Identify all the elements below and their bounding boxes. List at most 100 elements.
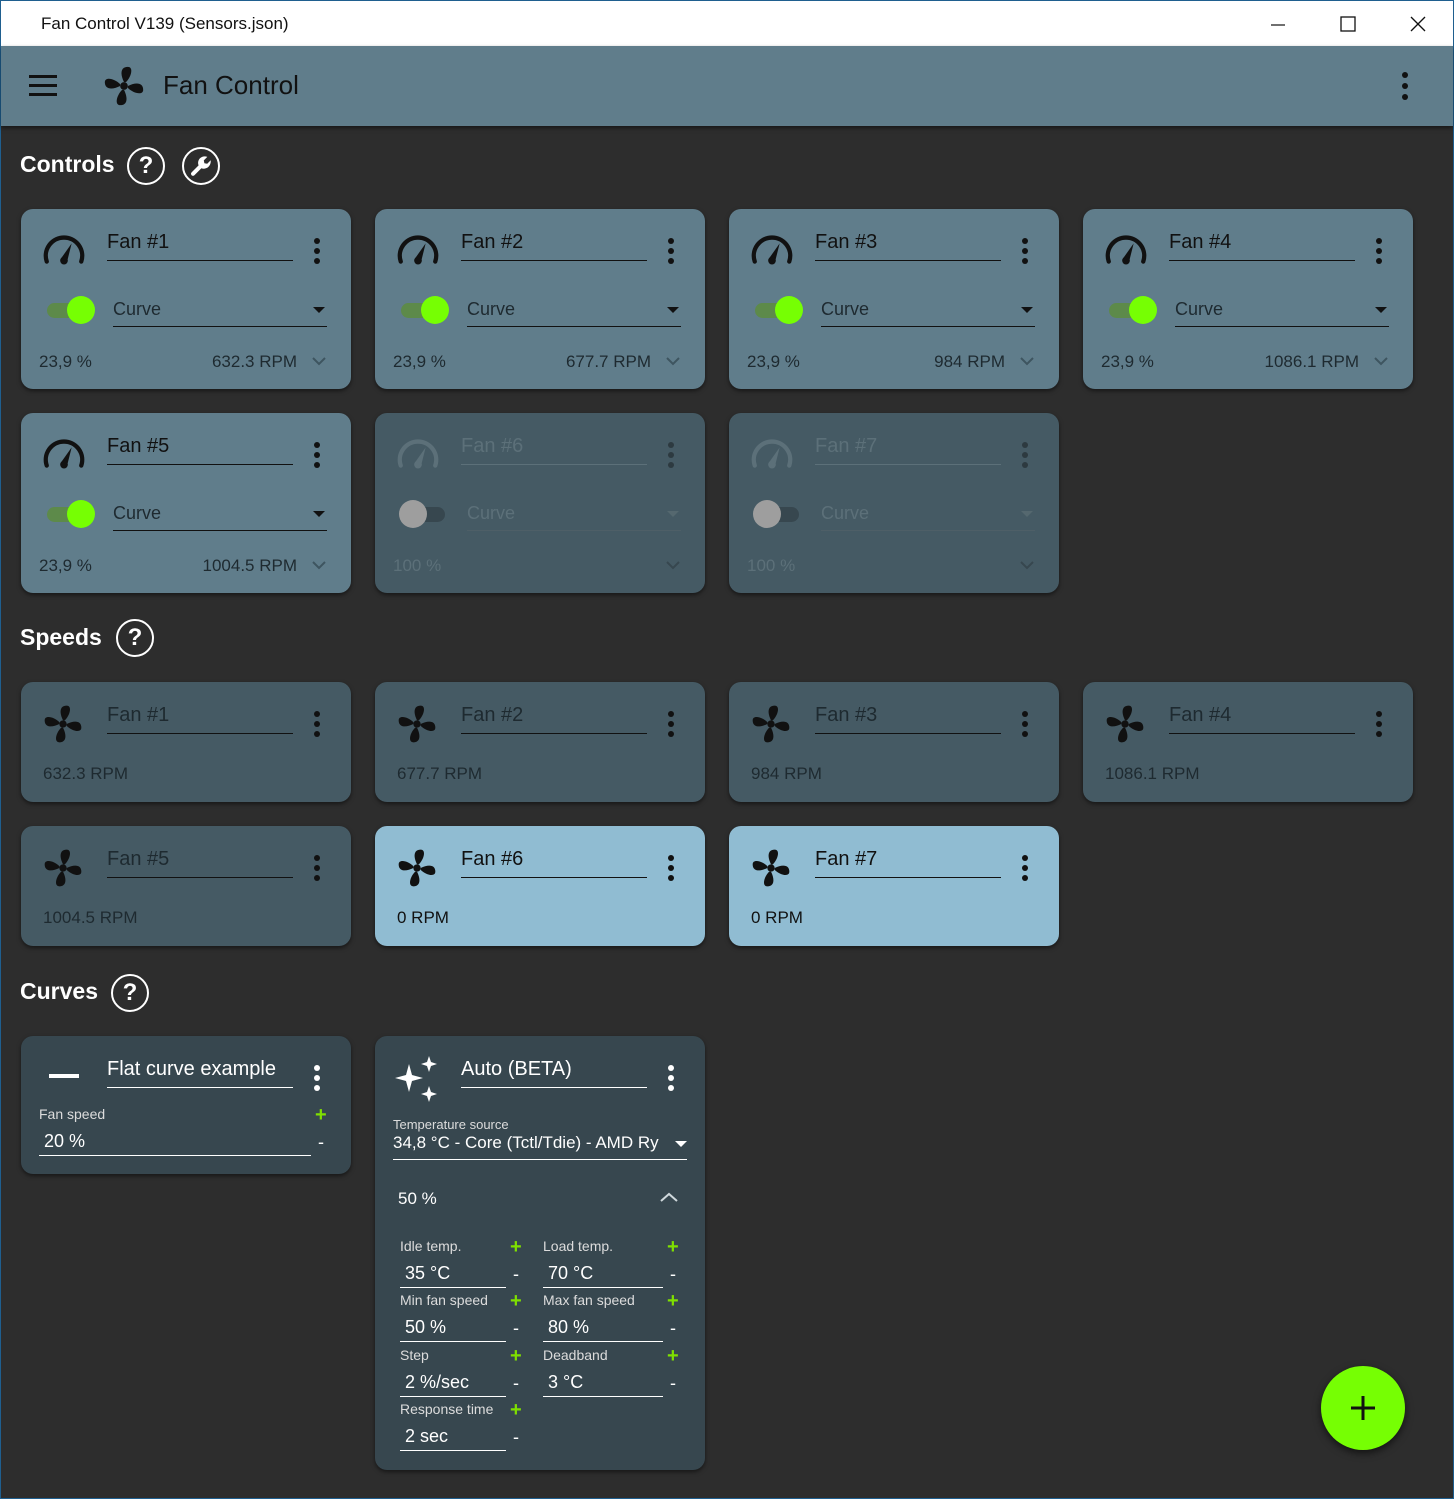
mode-value: Curve — [467, 299, 516, 319]
more-options-icon[interactable] — [659, 439, 683, 471]
minimize-button[interactable] — [1243, 1, 1313, 46]
fan-speed-value: 20 % — [44, 1131, 86, 1151]
min-fan-speed-field[interactable]: 50 % — [400, 1312, 506, 1342]
chevron-up-icon[interactable] — [659, 1191, 679, 1203]
more-options-icon[interactable] — [659, 1062, 683, 1094]
temperature-source-select[interactable]: 34,8 °C - Core (Tctl/Tdie) - AMD Ry — [393, 1132, 687, 1160]
mode-select[interactable]: Curve — [113, 297, 327, 327]
max-fan-speed-increment[interactable]: + — [667, 1290, 679, 1313]
load-temp-field[interactable]: 70 °C — [543, 1258, 663, 1288]
control-name-field[interactable]: Fan #2 — [461, 231, 647, 261]
control-name-field[interactable]: Fan #1 — [107, 231, 293, 261]
load-temp-decrement[interactable]: - — [670, 1264, 676, 1285]
close-button[interactable] — [1383, 1, 1453, 46]
idle-temp-decrement[interactable]: - — [513, 1264, 519, 1285]
deadband-decrement[interactable]: - — [670, 1373, 676, 1394]
chevron-down-icon[interactable] — [311, 559, 327, 571]
increment-button[interactable]: + — [315, 1104, 327, 1127]
idle-temp-field[interactable]: 35 °C — [400, 1258, 506, 1288]
speed-name-field[interactable]: Fan #1 — [107, 704, 293, 734]
enable-toggle[interactable] — [401, 295, 449, 325]
idle-temp-increment[interactable]: + — [510, 1236, 522, 1259]
speed-card: Fan #4 1086.1 RPM — [1083, 682, 1413, 802]
deadband-increment[interactable]: + — [667, 1345, 679, 1368]
more-options-icon[interactable] — [1013, 852, 1037, 884]
more-options-icon[interactable] — [1013, 439, 1037, 471]
add-button[interactable] — [1321, 1366, 1405, 1450]
speedometer-icon — [41, 229, 87, 275]
response-time-increment[interactable]: + — [510, 1399, 522, 1422]
step-field[interactable]: 2 %/sec — [400, 1367, 506, 1397]
fan-speed-field[interactable]: 20 % — [39, 1126, 311, 1156]
more-options-icon[interactable] — [305, 852, 329, 884]
control-name-field[interactable]: Fan #3 — [815, 231, 1001, 261]
enable-toggle[interactable] — [399, 499, 449, 529]
more-options-icon[interactable] — [659, 708, 683, 740]
more-options-icon[interactable] — [1391, 68, 1419, 104]
menu-icon[interactable] — [29, 73, 59, 99]
step-decrement[interactable]: - — [513, 1373, 519, 1394]
controls-help-button[interactable]: ? — [127, 147, 165, 185]
enable-toggle[interactable] — [1109, 295, 1157, 325]
enable-toggle[interactable] — [47, 499, 95, 529]
chevron-down-icon[interactable] — [665, 559, 681, 571]
step-increment[interactable]: + — [510, 1345, 522, 1368]
chevron-down-icon[interactable] — [1019, 559, 1035, 571]
curves-help-button[interactable]: ? — [111, 974, 149, 1012]
more-options-icon[interactable] — [1013, 235, 1037, 267]
fan-icon — [395, 702, 441, 748]
control-name-field[interactable]: Fan #5 — [107, 435, 293, 465]
more-options-icon[interactable] — [305, 439, 329, 471]
curve-name-field[interactable]: Flat curve example — [107, 1058, 293, 1088]
more-options-icon[interactable] — [305, 235, 329, 267]
speed-name-field[interactable]: Fan #3 — [815, 704, 1001, 734]
maximize-button[interactable] — [1313, 1, 1383, 46]
decrement-button[interactable]: - — [318, 1132, 324, 1153]
mode-select[interactable]: Curve — [821, 297, 1035, 327]
control-percentage: 23,9 % — [747, 352, 800, 371]
plus-icon — [1351, 1396, 1375, 1420]
max-fan-speed-field[interactable]: 80 % — [543, 1312, 663, 1342]
load-temp-increment[interactable]: + — [667, 1236, 679, 1259]
chevron-down-icon[interactable] — [311, 355, 327, 367]
speed-name-field[interactable]: Fan #4 — [1169, 704, 1355, 734]
response-time-field[interactable]: 2 sec — [400, 1421, 506, 1451]
mode-select[interactable]: Curve — [821, 501, 1035, 531]
more-options-icon[interactable] — [1367, 708, 1391, 740]
speed-name-field[interactable]: Fan #2 — [461, 704, 647, 734]
response-time-decrement[interactable]: - — [513, 1427, 519, 1448]
more-options-icon[interactable] — [659, 852, 683, 884]
window-titlebar: Fan Control V139 (Sensors.json) — [1, 1, 1453, 46]
control-name-field[interactable]: Fan #7 — [815, 435, 1001, 465]
mode-select[interactable]: Curve — [467, 297, 681, 327]
control-name-field[interactable]: Fan #4 — [1169, 231, 1355, 261]
deadband-field[interactable]: 3 °C — [543, 1367, 663, 1397]
chevron-down-icon[interactable] — [1019, 355, 1035, 367]
speed-rpm: 1086.1 RPM — [1105, 764, 1200, 783]
max-fan-speed-decrement[interactable]: - — [670, 1318, 676, 1339]
enable-toggle[interactable] — [753, 499, 803, 529]
speed-name-field[interactable]: Fan #7 — [815, 848, 1001, 878]
more-options-icon[interactable] — [1367, 235, 1391, 267]
fan-icon — [41, 846, 87, 892]
mode-select[interactable]: Curve — [1175, 297, 1389, 327]
chevron-down-icon[interactable] — [665, 355, 681, 367]
control-name-field[interactable]: Fan #6 — [461, 435, 647, 465]
speeds-help-button[interactable]: ? — [116, 619, 154, 657]
more-options-icon[interactable] — [305, 708, 329, 740]
speed-name-field[interactable]: Fan #5 — [107, 848, 293, 878]
controls-settings-button[interactable] — [182, 147, 220, 185]
speed-name-field[interactable]: Fan #6 — [461, 848, 647, 878]
enable-toggle[interactable] — [47, 295, 95, 325]
chevron-down-icon[interactable] — [1373, 355, 1389, 367]
min-fan-speed-decrement[interactable]: - — [513, 1318, 519, 1339]
more-options-icon[interactable] — [1013, 708, 1037, 740]
min-fan-speed-increment[interactable]: + — [510, 1290, 522, 1313]
enable-toggle[interactable] — [755, 295, 803, 325]
mode-select[interactable]: Curve — [467, 501, 681, 531]
more-options-icon[interactable] — [659, 235, 683, 267]
more-options-icon[interactable] — [305, 1062, 329, 1094]
temperature-source-value: 34,8 °C - Core (Tctl/Tdie) - AMD Ry — [393, 1133, 659, 1152]
curve-name-field[interactable]: Auto (BETA) — [461, 1058, 647, 1088]
mode-select[interactable]: Curve — [113, 501, 327, 531]
